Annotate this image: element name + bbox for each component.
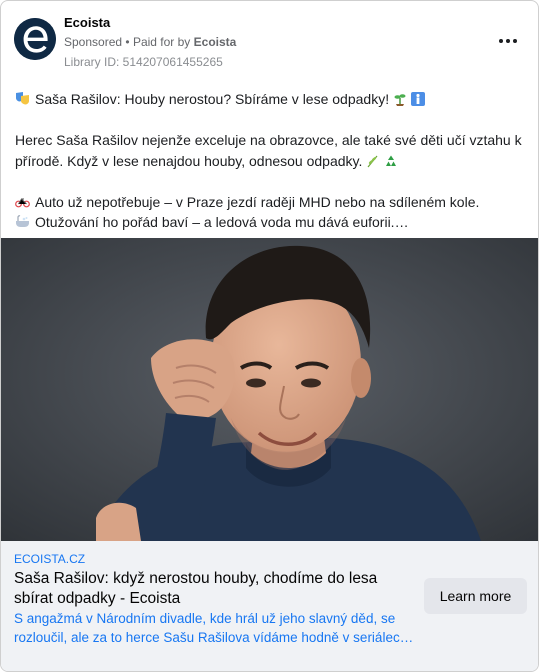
library-id: Library ID: 514207061455265 (64, 55, 223, 69)
sponsored-line: Sponsored • Paid for by Ecoista (64, 35, 236, 49)
body-line-4-text: Otužování ho pořád baví – a ledová voda … (35, 214, 409, 230)
body-line-1: Saša Rašilov: Houby nerostou? Sbíráme v … (15, 89, 525, 110)
body-line-3: Auto už nepotřebuje – v Praze jezdí radě… (15, 192, 525, 213)
body-line-3-text: Auto už nepotřebuje – v Praze jezdí radě… (35, 193, 480, 210)
body-line-2: Herec Saša Rašilov nejenže exceluje na o… (15, 130, 525, 171)
paid-for-label: Paid for by (132, 35, 191, 49)
more-options-button[interactable] (496, 31, 520, 51)
advertiser-avatar[interactable] (14, 18, 56, 60)
link-description[interactable]: S angažmá v Národním divadle, kde hrál u… (14, 609, 419, 647)
herb-icon (366, 153, 380, 167)
sponsored-label: Sponsored (64, 35, 123, 49)
body-line-1-text: Saša Rašilov: Houby nerostou? Sbíráme v … (35, 91, 390, 107)
masks-icon (15, 91, 30, 106)
person-icon (411, 91, 426, 106)
more-horizontal-icon (499, 39, 503, 43)
ad-image[interactable] (1, 238, 538, 541)
portrait-photo (1, 238, 538, 541)
advertiser-name[interactable]: Ecoista (64, 15, 110, 30)
body-line-4: Otužování ho pořád baví – a ledová voda … (15, 212, 525, 233)
link-headline[interactable]: Saša Rašilov: když nerostou houby, chodí… (14, 569, 404, 609)
bicycle-icon (15, 194, 30, 209)
more-dot (513, 39, 517, 43)
more-dot (506, 39, 510, 43)
paid-for-name: Ecoista (193, 35, 237, 49)
ecoista-logo-icon (14, 18, 56, 60)
link-domain[interactable]: ECOISTA.CZ (14, 552, 85, 566)
body-line-2-text: Herec Saša Rašilov nejenže exceluje na o… (15, 132, 522, 169)
learn-more-button[interactable]: Learn more (424, 578, 527, 614)
seedling-icon (393, 91, 407, 106)
ad-card: Ecoista Sponsored • Paid for by Ecoista … (0, 0, 539, 672)
ad-header: Ecoista Sponsored • Paid for by Ecoista … (1, 1, 538, 79)
link-preview[interactable]: ECOISTA.CZ Saša Rašilov: když nerostou h… (1, 541, 538, 671)
bathtub-icon (15, 214, 30, 229)
separator-dot: • (125, 35, 130, 49)
ad-body-text: Saša Rašilov: Houby nerostou? Sbíráme v … (15, 89, 525, 233)
recycle-icon (384, 153, 398, 167)
